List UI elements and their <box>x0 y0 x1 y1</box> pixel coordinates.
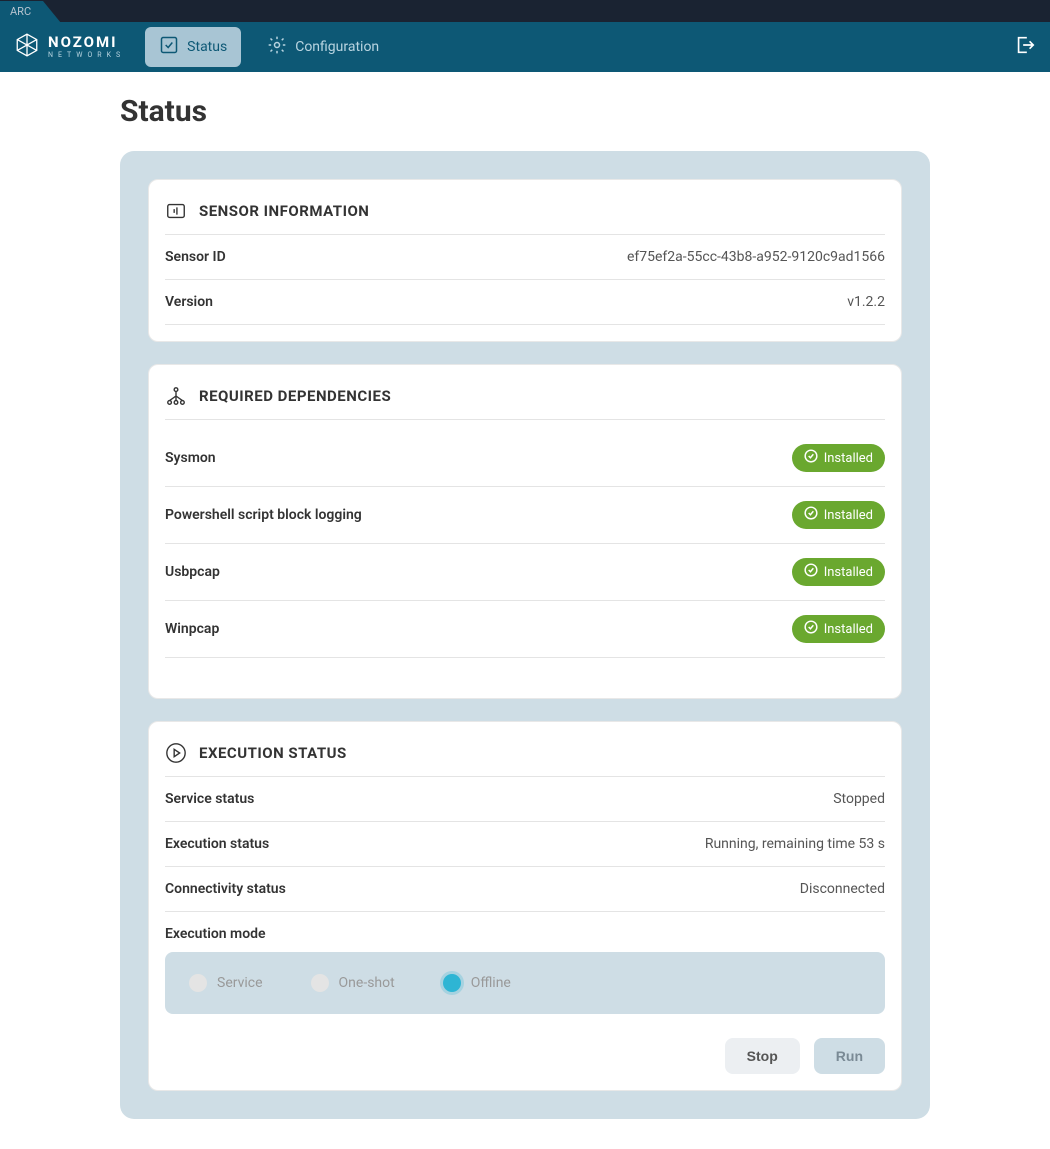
main-panel: SENSOR INFORMATION Sensor ID ef75ef2a-55… <box>120 151 930 1119</box>
dep-row-powershell: Powershell script block logging Installe… <box>165 487 885 544</box>
execution-mode-label: Execution mode <box>165 926 885 942</box>
mode-service[interactable]: Service <box>189 974 263 992</box>
sensor-info-card: SENSOR INFORMATION Sensor ID ef75ef2a-55… <box>148 179 902 342</box>
mode-service-label: Service <box>217 975 263 991</box>
badge-label: Installed <box>824 451 873 466</box>
version-value: v1.2.2 <box>847 294 885 310</box>
mode-offline-label: Offline <box>471 975 511 991</box>
dependencies-title: REQUIRED DEPENDENCIES <box>199 387 391 405</box>
installed-badge: Installed <box>792 444 885 472</box>
installed-badge: Installed <box>792 558 885 586</box>
sensor-icon <box>165 200 187 222</box>
nav-bar: NOZOMI NETWORKS Status Configuration <box>0 22 1050 72</box>
badge-label: Installed <box>824 565 873 580</box>
mode-oneshot-label: One-shot <box>339 975 395 991</box>
status-icon <box>159 35 179 59</box>
page-title: Status <box>120 94 930 129</box>
dependencies-icon <box>165 385 187 407</box>
check-icon <box>804 506 818 524</box>
execution-mode-selector: Service One-shot Offline <box>165 952 885 1014</box>
badge-label: Installed <box>824 622 873 637</box>
radio-icon <box>443 974 461 992</box>
brand-logo: NOZOMI NETWORKS <box>14 32 125 62</box>
dependencies-card: REQUIRED DEPENDENCIES Sysmon Installed P… <box>148 364 902 699</box>
connectivity-status-label: Connectivity status <box>165 881 286 897</box>
logout-button[interactable] <box>1014 34 1036 60</box>
dep-name: Usbpcap <box>165 564 220 580</box>
radio-icon <box>189 974 207 992</box>
stop-button[interactable]: Stop <box>725 1038 800 1074</box>
check-icon <box>804 563 818 581</box>
execution-status-label: Execution status <box>165 836 269 852</box>
nav-configuration-label: Configuration <box>295 39 379 55</box>
execution-status-title: EXECUTION STATUS <box>199 744 347 762</box>
logo-text-sub: NETWORKS <box>48 52 125 59</box>
service-status-label: Service status <box>165 791 254 807</box>
nav-configuration[interactable]: Configuration <box>253 27 393 67</box>
run-button[interactable]: Run <box>814 1038 885 1074</box>
check-icon <box>804 449 818 467</box>
installed-badge: Installed <box>792 615 885 643</box>
service-status-value: Stopped <box>833 791 885 807</box>
logo-text-main: NOZOMI <box>48 35 125 50</box>
sensor-id-label: Sensor ID <box>165 249 226 265</box>
sensor-info-title: SENSOR INFORMATION <box>199 202 369 220</box>
nav-status-label: Status <box>187 39 227 55</box>
sensor-id-row: Sensor ID ef75ef2a-55cc-43b8-a952-9120c9… <box>165 235 885 280</box>
nav-status[interactable]: Status <box>145 27 241 67</box>
sensor-id-value: ef75ef2a-55cc-43b8-a952-9120c9ad1566 <box>627 249 885 265</box>
gear-icon <box>267 35 287 59</box>
service-status-row: Service status Stopped <box>165 777 885 822</box>
badge-label: Installed <box>824 508 873 523</box>
dep-row-winpcap: Winpcap Installed <box>165 601 885 658</box>
check-icon <box>804 620 818 638</box>
logo-icon <box>14 32 40 62</box>
dep-name: Powershell script block logging <box>165 507 362 523</box>
execution-status-value: Running, remaining time 53 s <box>705 836 885 852</box>
radio-icon <box>311 974 329 992</box>
play-icon <box>165 742 187 764</box>
connectivity-status-value: Disconnected <box>800 881 885 897</box>
execution-status-row: Execution status Running, remaining time… <box>165 822 885 867</box>
version-label: Version <box>165 294 213 310</box>
app-tab-arc[interactable]: ARC <box>0 1 43 23</box>
installed-badge: Installed <box>792 501 885 529</box>
connectivity-status-row: Connectivity status Disconnected <box>165 867 885 912</box>
dep-name: Sysmon <box>165 450 216 466</box>
version-row: Version v1.2.2 <box>165 280 885 325</box>
mode-offline[interactable]: Offline <box>443 974 511 992</box>
dep-row-usbpcap: Usbpcap Installed <box>165 544 885 601</box>
dep-name: Winpcap <box>165 621 219 637</box>
execution-status-card: EXECUTION STATUS Service status Stopped … <box>148 721 902 1091</box>
mode-oneshot[interactable]: One-shot <box>311 974 395 992</box>
dep-row-sysmon: Sysmon Installed <box>165 430 885 487</box>
